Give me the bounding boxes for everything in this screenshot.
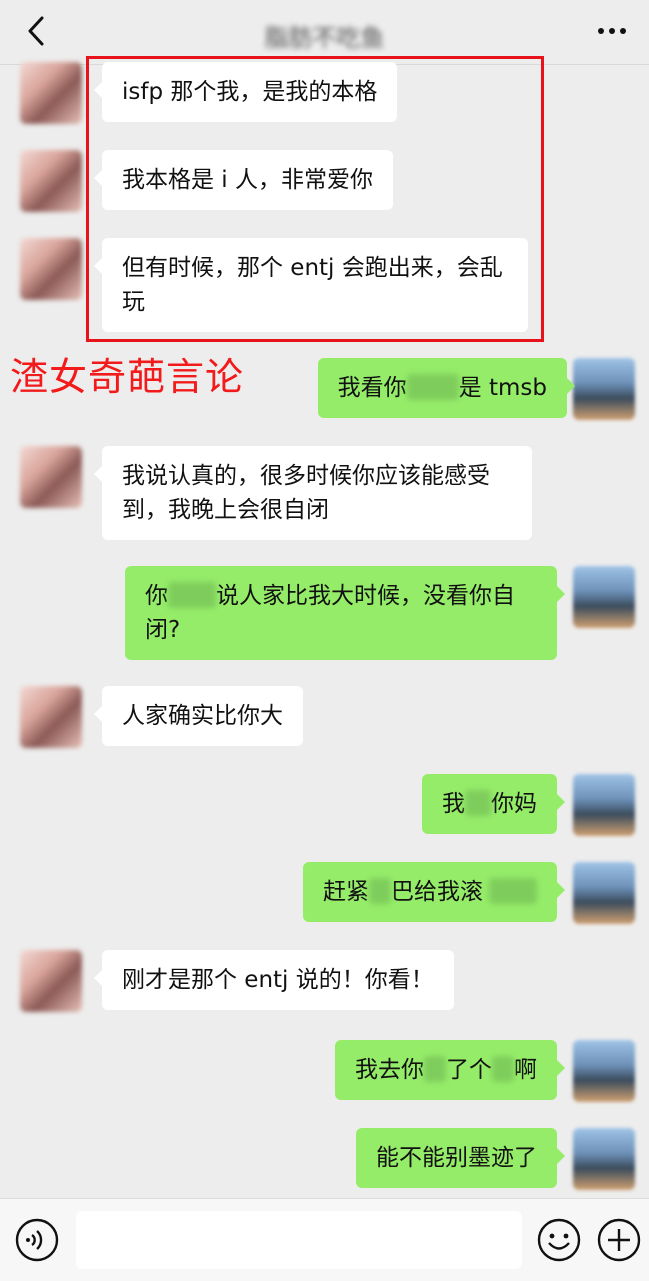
highlight-box xyxy=(86,56,544,342)
message-text: 刚才是那个 entj 说的！你看！ xyxy=(122,967,434,993)
my-avatar[interactable] xyxy=(573,862,635,924)
my-avatar[interactable] xyxy=(573,1040,635,1102)
redaction-blur xyxy=(489,878,537,904)
message-bubble[interactable]: 我看你 是 tmsb xyxy=(317,358,576,418)
emoji-icon[interactable] xyxy=(536,1217,582,1263)
contact-avatar[interactable] xyxy=(20,238,82,300)
my-avatar[interactable] xyxy=(573,566,635,628)
contact-avatar[interactable] xyxy=(20,150,82,212)
contact-avatar[interactable] xyxy=(20,62,82,124)
message-text: 能不能别墨迹了 xyxy=(376,1145,537,1171)
voice-icon[interactable] xyxy=(14,1217,60,1263)
contact-avatar[interactable] xyxy=(20,686,82,748)
message-text: 啊 xyxy=(514,1057,537,1083)
chat-title: 脂肪不吃鱼 xyxy=(264,24,385,52)
redaction-blur xyxy=(424,1056,446,1082)
contact-avatar[interactable] xyxy=(20,446,82,508)
redaction-blur xyxy=(465,790,491,816)
redaction-blur xyxy=(406,374,459,400)
message-text: 是 tmsb xyxy=(458,375,547,401)
my-avatar[interactable] xyxy=(573,1128,635,1190)
message-text: 巴给我滚 xyxy=(391,879,483,905)
message-bubble[interactable]: 赶紧 巴给我滚 xyxy=(303,862,565,922)
message-text: 人家确实比你大 xyxy=(122,703,283,729)
message-input[interactable] xyxy=(76,1211,522,1269)
plus-icon[interactable] xyxy=(596,1217,642,1263)
message-text: 我说认真的，很多时候你应该能感受到，我晚上会很自闭 xyxy=(122,463,490,523)
message-bubble[interactable]: 我去你 了个啊 xyxy=(335,1040,565,1100)
my-avatar[interactable] xyxy=(573,358,635,420)
redaction-blur xyxy=(168,582,216,608)
input-bar xyxy=(0,1198,649,1281)
message-text: 我看你 xyxy=(337,375,407,401)
message-text: 了个 xyxy=(446,1057,492,1083)
message-text: 我去你 xyxy=(355,1057,424,1083)
message-text: 你妈 xyxy=(491,791,537,817)
redaction-blur xyxy=(369,878,391,904)
message-text: 我 xyxy=(442,791,465,817)
message-bubble[interactable]: 我你妈 xyxy=(422,774,565,834)
message-bubble[interactable]: 人家确实比你大 xyxy=(94,686,303,746)
message-bubble[interactable]: 你说人家比我大时候，没看你自闭? xyxy=(125,566,565,660)
redaction-blur xyxy=(492,1056,514,1082)
message-bubble[interactable]: 我说认真的，很多时候你应该能感受到，我晚上会很自闭 xyxy=(94,446,532,540)
contact-avatar[interactable] xyxy=(20,950,82,1012)
more-dots-icon[interactable] xyxy=(595,18,629,44)
annotation-label: 渣女奇葩言论 xyxy=(10,355,245,399)
message-text: 你 xyxy=(145,583,168,609)
message-text: 赶紧 xyxy=(323,879,369,905)
message-bubble[interactable]: 刚才是那个 entj 说的！你看！ xyxy=(94,950,454,1010)
my-avatar[interactable] xyxy=(573,774,635,836)
message-bubble[interactable]: 能不能别墨迹了 xyxy=(356,1128,565,1188)
